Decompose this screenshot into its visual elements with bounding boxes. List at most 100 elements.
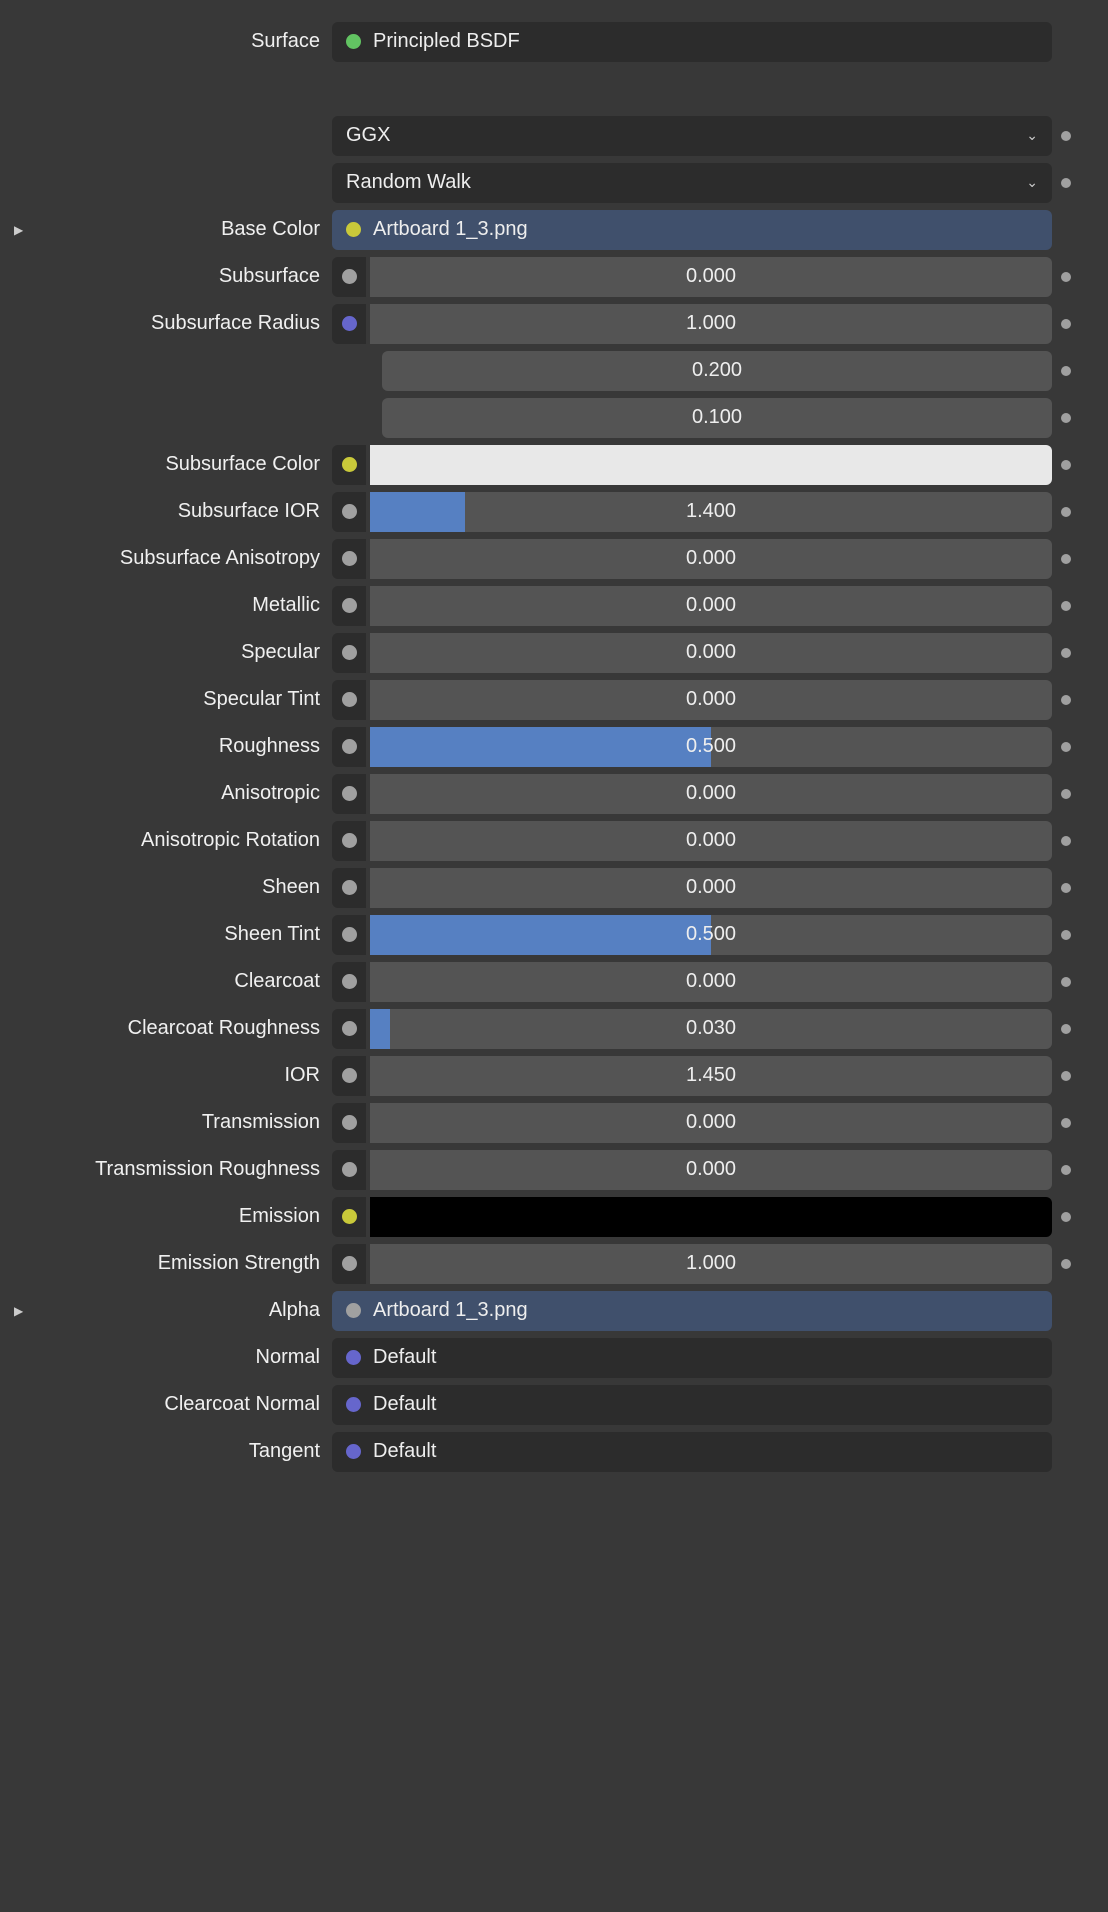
node-socket-button[interactable] xyxy=(332,868,366,908)
color-swatch[interactable] xyxy=(370,445,1052,485)
node-socket-button[interactable] xyxy=(332,1197,366,1237)
property-row: Emission xyxy=(4,1193,1080,1240)
node-socket-icon xyxy=(342,598,357,613)
anim-dot-icon[interactable] xyxy=(1061,1165,1071,1175)
node-socket-button[interactable] xyxy=(332,821,366,861)
linked-node-name: Artboard 1_3.png xyxy=(373,218,528,241)
anim-dot-icon[interactable] xyxy=(1061,178,1071,188)
value-slider[interactable]: 0.000 xyxy=(370,868,1052,908)
value-slider[interactable]: 1.400 xyxy=(370,492,1052,532)
property-label: Sheen xyxy=(44,876,332,899)
value-slider[interactable]: 0.000 xyxy=(370,962,1052,1002)
anim-dot-icon[interactable] xyxy=(1061,742,1071,752)
color-swatch[interactable] xyxy=(370,1197,1052,1237)
slider-fill xyxy=(370,915,711,955)
sss-method-value: Random Walk xyxy=(346,171,471,194)
property-label: Emission xyxy=(44,1205,332,1228)
anim-dot-icon[interactable] xyxy=(1061,1118,1071,1128)
property-row: Clearcoat NormalDefault xyxy=(4,1381,1080,1428)
property-row: 0.200 xyxy=(4,347,1080,394)
node-socket-button[interactable] xyxy=(332,633,366,673)
node-socket-button[interactable] xyxy=(332,586,366,626)
anim-dot-icon[interactable] xyxy=(1061,272,1071,282)
anim-dot-icon[interactable] xyxy=(1061,789,1071,799)
value-slider[interactable]: 1.000 xyxy=(370,1244,1052,1284)
property-row: Subsurface Anisotropy0.000 xyxy=(4,535,1080,582)
value-slider[interactable]: 0.000 xyxy=(370,539,1052,579)
vector-default-button[interactable]: Default xyxy=(332,1385,1052,1425)
value-slider[interactable]: 0.000 xyxy=(370,680,1052,720)
node-socket-button[interactable] xyxy=(332,1150,366,1190)
expand-triangle-icon[interactable]: ▶ xyxy=(14,223,23,237)
node-socket-button[interactable] xyxy=(332,1244,366,1284)
node-socket-button[interactable] xyxy=(332,304,366,344)
property-label: Clearcoat xyxy=(44,970,332,993)
anim-dot-icon[interactable] xyxy=(1061,319,1071,329)
property-row: Roughness0.500 xyxy=(4,723,1080,770)
surface-shader-button[interactable]: Principled BSDF xyxy=(332,22,1052,62)
sss-method-row: Random Walk ⌄ xyxy=(4,159,1080,206)
property-label: Base Color xyxy=(44,218,332,241)
value-slider[interactable]: 0.000 xyxy=(370,633,1052,673)
anim-dot-icon[interactable] xyxy=(1061,460,1071,470)
value-text: 0.500 xyxy=(686,923,736,946)
node-socket-button[interactable] xyxy=(332,539,366,579)
value-text: 0.000 xyxy=(686,547,736,570)
value-text: 0.000 xyxy=(686,1158,736,1181)
value-slider[interactable]: 0.000 xyxy=(370,1103,1052,1143)
anim-dot-icon[interactable] xyxy=(1061,413,1071,423)
value-slider[interactable]: 0.500 xyxy=(370,915,1052,955)
anim-dot-icon[interactable] xyxy=(1061,977,1071,987)
node-socket-button[interactable] xyxy=(332,915,366,955)
value-slider[interactable]: 0.030 xyxy=(370,1009,1052,1049)
node-socket-button[interactable] xyxy=(332,257,366,297)
anim-dot-icon[interactable] xyxy=(1061,695,1071,705)
node-socket-button[interactable] xyxy=(332,727,366,767)
value-slider[interactable]: 0.500 xyxy=(370,727,1052,767)
value-slider[interactable]: 0.200 xyxy=(382,351,1052,391)
node-socket-button[interactable] xyxy=(332,1103,366,1143)
value-slider[interactable]: 0.100 xyxy=(382,398,1052,438)
property-label: Specular xyxy=(44,641,332,664)
linked-node-button[interactable]: Artboard 1_3.png xyxy=(332,1291,1052,1331)
node-socket-icon xyxy=(342,786,357,801)
vector-default-button[interactable]: Default xyxy=(332,1338,1052,1378)
node-socket-button[interactable] xyxy=(332,774,366,814)
vector-default-button[interactable]: Default xyxy=(332,1432,1052,1472)
value-slider[interactable]: 0.000 xyxy=(370,774,1052,814)
expand-triangle-icon[interactable]: ▶ xyxy=(14,1304,23,1318)
node-socket-button[interactable] xyxy=(332,445,366,485)
node-socket-button[interactable] xyxy=(332,680,366,720)
node-socket-icon xyxy=(342,316,357,331)
value-slider[interactable]: 1.000 xyxy=(370,304,1052,344)
sss-method-dropdown[interactable]: Random Walk ⌄ xyxy=(332,163,1052,203)
value-slider[interactable]: 0.000 xyxy=(370,586,1052,626)
anim-dot-icon[interactable] xyxy=(1061,601,1071,611)
anim-dot-icon[interactable] xyxy=(1061,1259,1071,1269)
property-row: Transmission 0.000 xyxy=(4,1099,1080,1146)
distribution-dropdown[interactable]: GGX ⌄ xyxy=(332,116,1052,156)
value-slider[interactable]: 1.450 xyxy=(370,1056,1052,1096)
node-socket-button[interactable] xyxy=(332,492,366,532)
chevron-down-icon: ⌄ xyxy=(1026,174,1038,191)
anim-dot-icon[interactable] xyxy=(1061,366,1071,376)
linked-node-button[interactable]: Artboard 1_3.png xyxy=(332,210,1052,250)
anim-dot-icon[interactable] xyxy=(1061,554,1071,564)
node-socket-button[interactable] xyxy=(332,1009,366,1049)
node-socket-button[interactable] xyxy=(332,962,366,1002)
value-slider[interactable]: 0.000 xyxy=(370,821,1052,861)
value-slider[interactable]: 0.000 xyxy=(370,257,1052,297)
surface-row: Surface Principled BSDF xyxy=(4,18,1080,65)
anim-dot-icon[interactable] xyxy=(1061,507,1071,517)
node-socket-button[interactable] xyxy=(332,1056,366,1096)
anim-dot-icon[interactable] xyxy=(1061,930,1071,940)
anim-dot-icon[interactable] xyxy=(1061,1212,1071,1222)
anim-dot-icon[interactable] xyxy=(1061,1071,1071,1081)
anim-dot-icon[interactable] xyxy=(1061,648,1071,658)
anim-dot-icon[interactable] xyxy=(1061,836,1071,846)
value-slider[interactable]: 0.000 xyxy=(370,1150,1052,1190)
property-label: Transmission xyxy=(44,1111,332,1134)
anim-dot-icon[interactable] xyxy=(1061,883,1071,893)
anim-dot-icon[interactable] xyxy=(1061,131,1071,141)
anim-dot-icon[interactable] xyxy=(1061,1024,1071,1034)
